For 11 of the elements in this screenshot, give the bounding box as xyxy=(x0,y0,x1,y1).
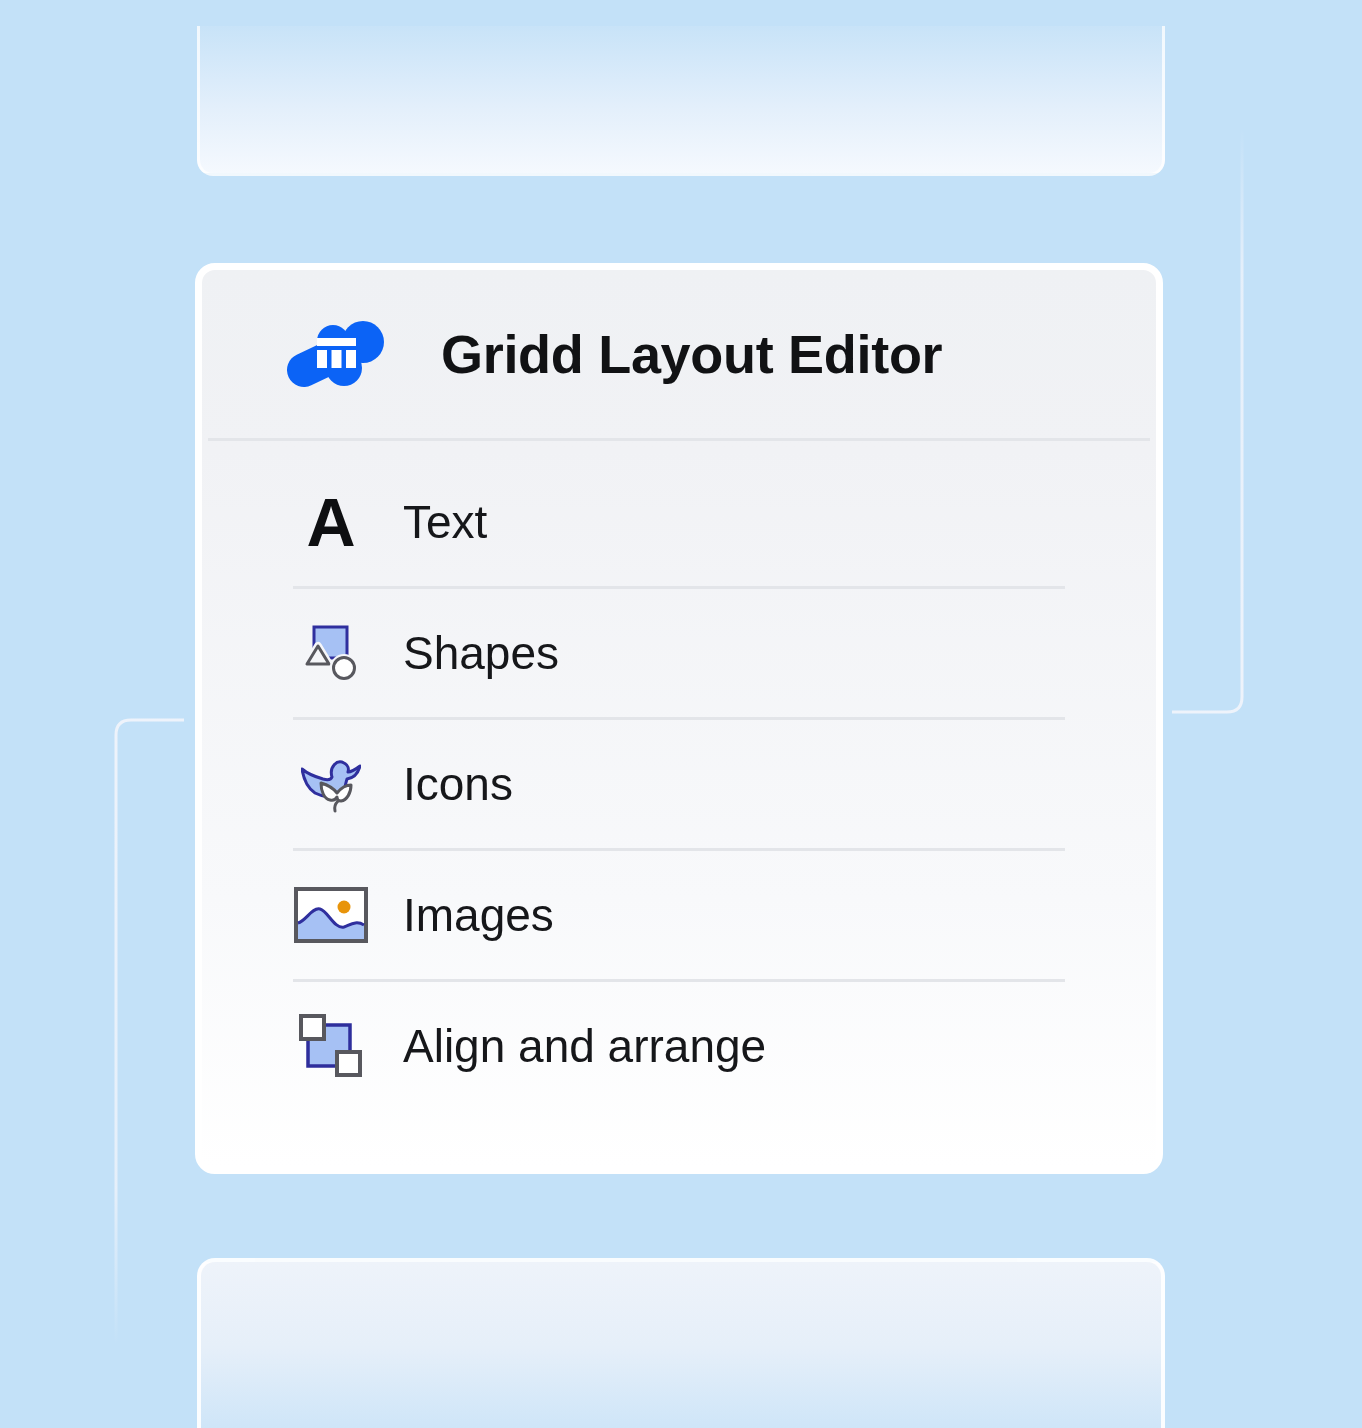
logo-icon xyxy=(287,319,385,389)
shapes-icon xyxy=(304,624,358,682)
menu-item[interactable]: Images xyxy=(293,851,1065,979)
image-icon xyxy=(294,887,368,943)
letter-icon: A xyxy=(306,488,356,556)
app-title: Gridd Layout Editor xyxy=(441,323,943,385)
menu-item[interactable]: Shapes xyxy=(293,589,1065,717)
overlapping-squares-icon xyxy=(299,1014,363,1078)
menu-item[interactable]: Icons xyxy=(293,720,1065,848)
menu-item[interactable]: A Text xyxy=(293,458,1065,586)
menu-item[interactable]: Align and arrange xyxy=(293,982,1065,1110)
